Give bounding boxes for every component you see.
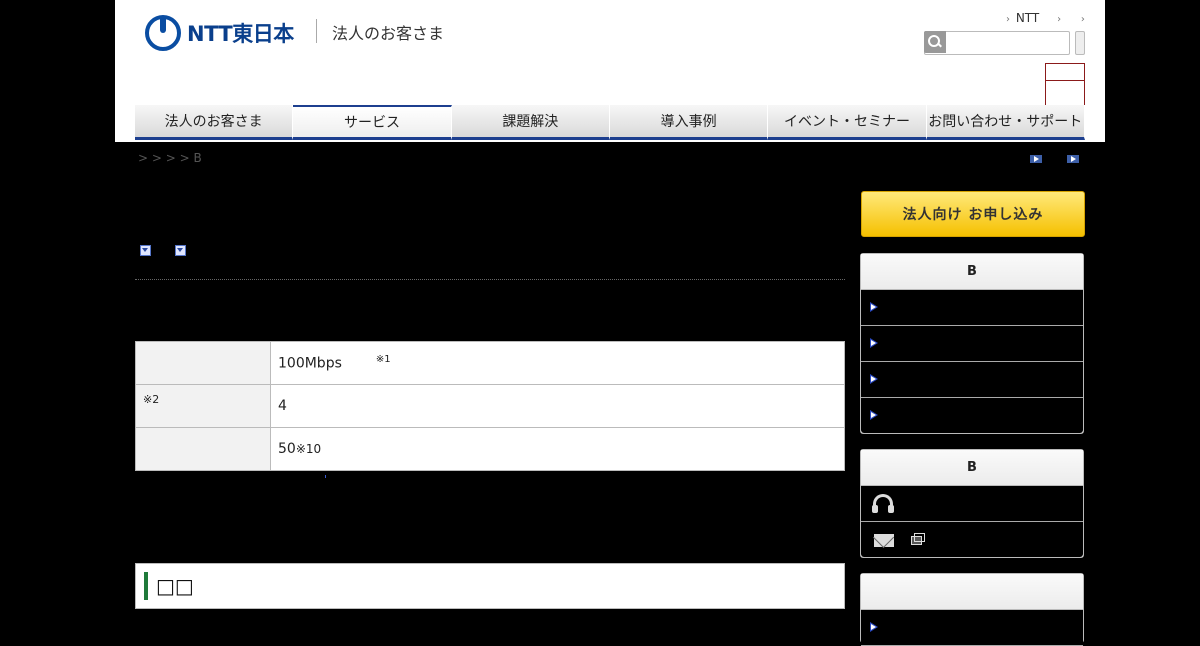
footnote-mark[interactable]: ※10 — [296, 442, 321, 456]
table-row-header — [135, 427, 271, 471]
panel-title — [861, 574, 1083, 610]
chevron-right-icon[interactable]: › — [1081, 14, 1085, 25]
chevron-right-icon[interactable]: › — [1057, 14, 1061, 25]
share-icon[interactable] — [1067, 155, 1079, 163]
nav-item-corporate[interactable]: 法人のお客さま — [135, 105, 294, 140]
divider — [135, 279, 845, 280]
sidebar-link[interactable] — [861, 326, 1083, 362]
cell-value: 4 — [278, 398, 287, 414]
table-row: ※2 4 — [135, 384, 845, 428]
anchor-link-icon[interactable] — [140, 245, 151, 256]
apply-button[interactable]: 法人向け お申し込み — [861, 191, 1085, 237]
chevron-right-icon: › — [1006, 14, 1010, 25]
sidebar-link-phone[interactable] — [861, 486, 1083, 522]
anchor-link-icon[interactable] — [175, 245, 186, 256]
nav-item-support[interactable]: お問い合わせ・サポート — [926, 105, 1085, 140]
global-nav: 法人のお客さま サービス 課題解決 導入事例 イベント・セミナー お問い合わせ・… — [135, 105, 1085, 140]
cell-value: 50 — [278, 441, 296, 457]
footnote-mark[interactable]: ※1 — [376, 354, 391, 365]
section-heading-text: □□ — [156, 574, 194, 598]
logo-subtitle[interactable]: 法人のお客さま — [332, 20, 444, 44]
spec-table: 100Mbps ※1 ※2 4 50※10 — [135, 341, 845, 471]
sidebar-link[interactable] — [861, 398, 1083, 433]
print-icon[interactable] — [1030, 155, 1042, 163]
sidebar-link[interactable] — [861, 610, 1083, 646]
sidebar-panel-links: B — [860, 253, 1084, 434]
table-cell: 4 — [270, 384, 845, 428]
nav-item-case-studies[interactable]: 導入事例 — [609, 105, 769, 140]
sidebar-panel-more — [860, 573, 1084, 646]
arrow-right-icon — [870, 374, 878, 384]
table-row-header: ※2 — [135, 384, 271, 428]
arrow-right-icon — [870, 622, 878, 632]
table-cell: 100Mbps ※1 — [270, 341, 845, 385]
mail-icon — [874, 534, 894, 547]
sidebar-link[interactable] — [861, 362, 1083, 398]
logo-text[interactable]: NTT東日本 — [187, 18, 294, 48]
headset-icon — [872, 494, 893, 513]
top-link-ntt[interactable]: NTT — [1016, 11, 1039, 25]
arrow-right-icon — [870, 410, 878, 420]
logo-separator — [316, 19, 317, 43]
sidebar-link-mail[interactable] — [861, 522, 1083, 557]
font-size-toggle[interactable] — [1045, 63, 1085, 110]
link-marker — [325, 475, 326, 478]
panel-title: B — [861, 254, 1083, 290]
top-links: › NTT › › — [1004, 11, 1085, 25]
panel-title: B — [861, 450, 1083, 486]
table-row: 50※10 — [135, 427, 845, 471]
sidebar-link[interactable] — [861, 290, 1083, 326]
search-button[interactable] — [1075, 31, 1085, 55]
breadcrumb[interactable]: > > > > B — [138, 151, 202, 165]
table-row-header — [135, 341, 271, 385]
ntt-logo-icon[interactable] — [145, 15, 181, 51]
cell-value: 100Mbps — [278, 355, 342, 372]
table-row: 100Mbps ※1 — [135, 341, 845, 385]
section-heading: □□ — [135, 563, 845, 609]
search-icon — [924, 31, 946, 53]
arrow-right-icon — [870, 302, 878, 312]
heading-accent-bar — [144, 572, 148, 600]
arrow-right-icon — [870, 338, 878, 348]
new-window-icon — [911, 533, 925, 545]
nav-item-solutions[interactable]: 課題解決 — [451, 105, 610, 140]
sidebar-panel-contact: B — [860, 449, 1084, 558]
table-cell: 50※10 — [270, 427, 845, 471]
nav-item-events[interactable]: イベント・セミナー — [768, 105, 927, 140]
nav-item-services[interactable]: サービス — [293, 105, 452, 140]
